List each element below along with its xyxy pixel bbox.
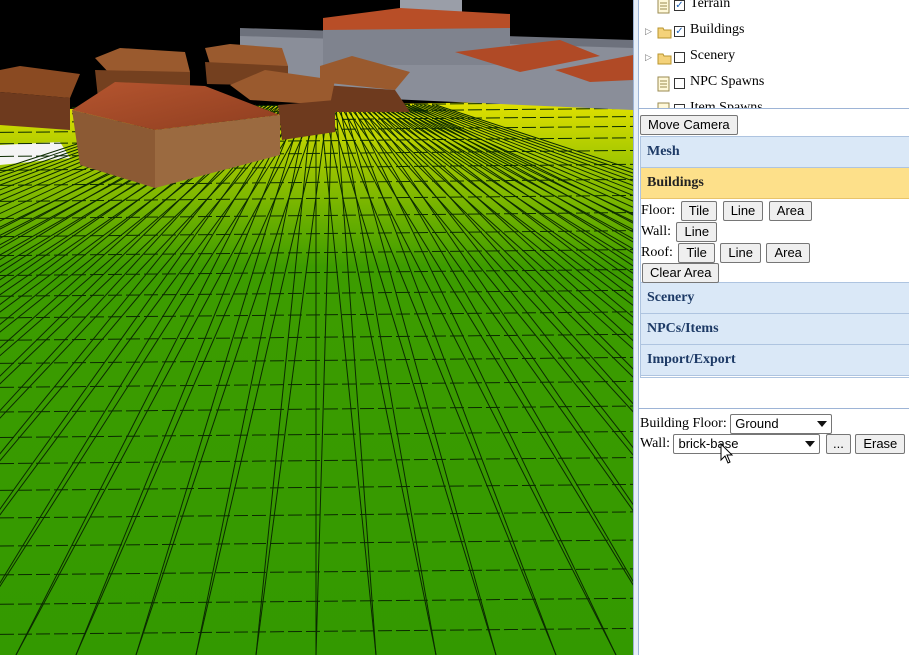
layer-checkbox-terrain[interactable]: ✓ (674, 0, 685, 11)
floor-tools-row: Floor: Tile Line Area (641, 201, 813, 221)
folder-icon (657, 24, 673, 45)
layer-label: Terrain (690, 0, 731, 11)
floor-line-button[interactable]: Line (722, 201, 764, 221)
wall-texture-row: Wall: brick-base ... Erase (640, 434, 906, 454)
clear-area-button[interactable]: Clear Area (642, 263, 720, 283)
layer-checkbox-buildings[interactable]: ✓ (674, 26, 685, 37)
wall-tools-row: Wall: Line (641, 222, 718, 242)
layer-label: Buildings (690, 22, 745, 37)
erase-button[interactable]: Erase (855, 434, 906, 454)
wall-line-button[interactable]: Line (676, 222, 718, 242)
accordion-header-scenery[interactable]: Scenery (641, 283, 909, 314)
building-floor-row: Building Floor: Ground (640, 414, 833, 434)
buildings-tools: Floor: Tile Line Area Wall: Line Roof: T… (641, 199, 909, 283)
roof-tile-button[interactable]: Tile (678, 243, 715, 263)
page-icon (657, 0, 671, 19)
accordion-header-buildings[interactable]: Buildings (641, 168, 909, 199)
scene-canvas (0, 0, 633, 655)
page-icon (657, 76, 671, 97)
mouse-cursor-icon (720, 443, 734, 464)
building-left (0, 66, 80, 130)
wall-texture-label: Wall: (640, 436, 670, 452)
floor-area-button[interactable]: Area (768, 201, 813, 221)
layer-checkbox-scenery[interactable] (674, 52, 685, 63)
expand-arrow-icon[interactable]: ▷ (645, 53, 652, 63)
layer-tree[interactable]: ✓ Terrain ▷ ✓ Buildings ▷ Scenery NPC Sp… (639, 0, 909, 109)
editor-side-panel: ✓ Terrain ▷ ✓ Buildings ▷ Scenery NPC Sp… (639, 0, 909, 655)
properties-panel: Building Floor: Ground Wall: brick-base … (639, 408, 909, 656)
tool-accordion: Mesh Buildings Floor: Tile Line Area Wal… (640, 136, 909, 378)
layer-checkbox-item-spawns[interactable] (674, 104, 685, 108)
building-floor-select[interactable]: Ground (730, 414, 833, 434)
floor-tile-button[interactable]: Tile (680, 201, 718, 221)
building-floor-value: Ground (735, 416, 779, 431)
layer-label: NPC Spawns (690, 74, 765, 89)
accordion-header-import-export[interactable]: Import/Export (641, 345, 909, 376)
layer-label: Item Spawns (690, 100, 763, 109)
move-camera-button[interactable]: Move Camera (640, 115, 738, 135)
chevron-down-icon (805, 441, 816, 447)
folder-icon (657, 50, 673, 71)
building-floor-label: Building Floor: (640, 416, 727, 432)
browse-texture-button[interactable]: ... (825, 434, 851, 454)
roof-label: Roof: (641, 245, 673, 260)
page-icon (657, 102, 671, 108)
wall-texture-select[interactable]: brick-base (673, 434, 821, 454)
accordion-header-mesh[interactable]: Mesh (641, 137, 909, 168)
expand-arrow-icon[interactable]: ▷ (645, 27, 652, 37)
wall-label: Wall: (641, 224, 671, 239)
roof-tools-row: Roof: Tile Line Area (641, 243, 810, 263)
chevron-down-icon (817, 421, 828, 427)
clear-row: Clear Area (641, 263, 720, 283)
3d-viewport[interactable] (0, 0, 633, 655)
floor-label: Floor: (641, 203, 676, 218)
layer-label: Scenery (690, 48, 736, 63)
roof-area-button[interactable]: Area (766, 243, 810, 263)
roof-line-button[interactable]: Line (720, 243, 761, 263)
camera-toolbar: Move Camera (639, 113, 909, 137)
accordion-header-npcs-items[interactable]: NPCs/Items (641, 314, 909, 345)
layer-checkbox-npc-spawns[interactable] (674, 78, 685, 89)
